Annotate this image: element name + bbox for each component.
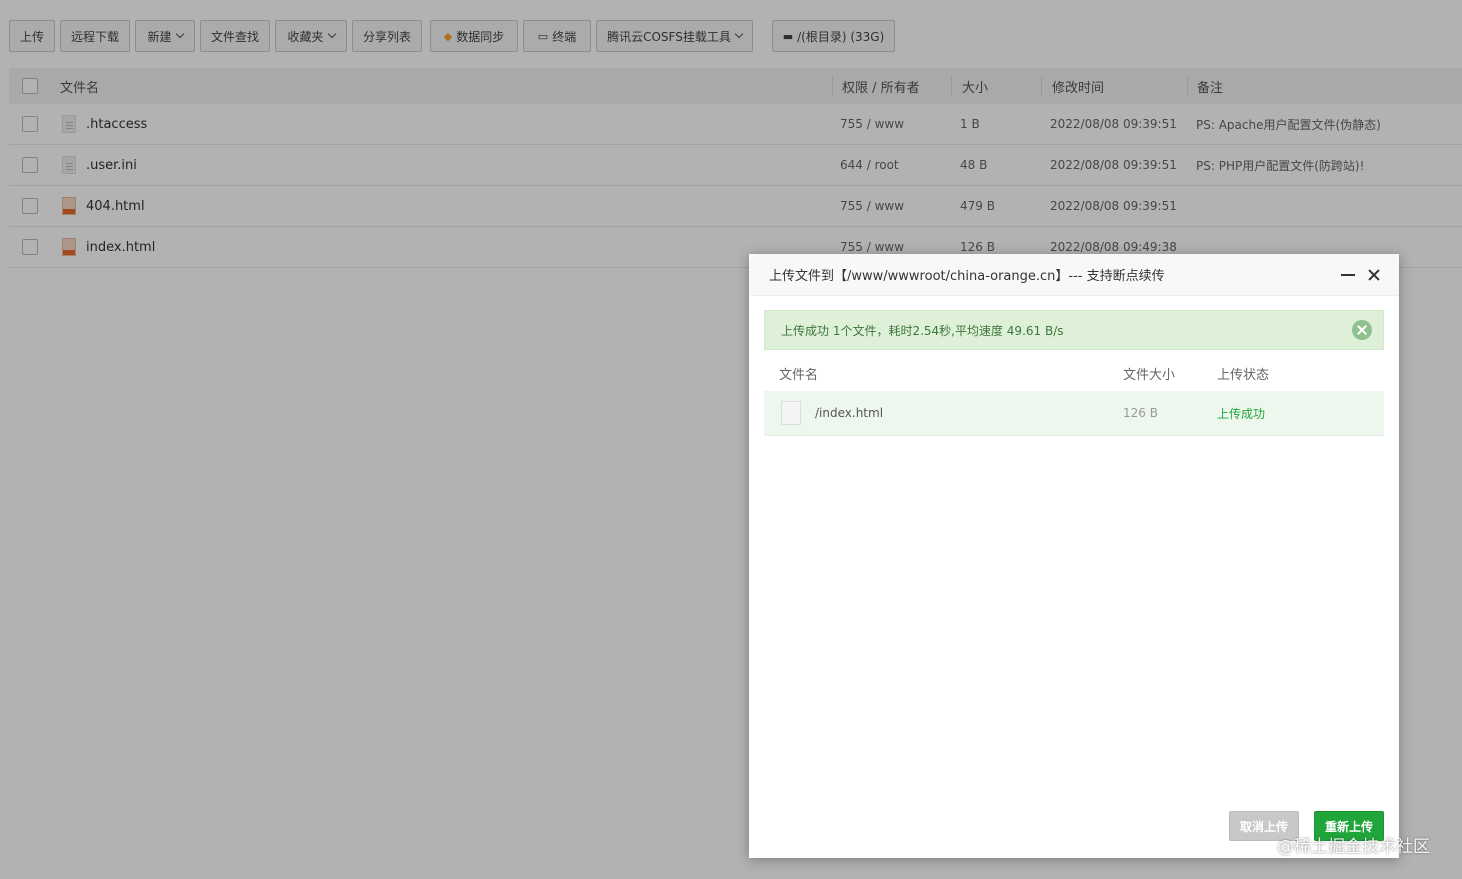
success-alert: 上传成功 1个文件，耗时2.54秒,平均速度 49.61 B/s — [764, 310, 1384, 350]
upload-file-status: 上传成功 — [1217, 406, 1266, 421]
upload-list-item: /index.html 126 B 上传成功 — [764, 391, 1384, 436]
upload-file-size: 126 B — [1123, 406, 1158, 420]
upload-header-name: 文件名 — [779, 367, 819, 383]
watermark: @稀土掘金技术社区 — [1277, 837, 1430, 857]
upload-header-status: 上传状态 — [1217, 367, 1270, 383]
dialog-titlebar: 上传文件到【/www/wwwroot/china-orange.cn】--- 支… — [749, 254, 1399, 296]
upload-list-header: 文件名 文件大小 上传状态 — [764, 355, 1384, 392]
file-icon — [781, 401, 801, 425]
dialog-title: 上传文件到【/www/wwwroot/china-orange.cn】--- 支… — [769, 269, 1165, 284]
upload-dialog: 上传文件到【/www/wwwroot/china-orange.cn】--- 支… — [749, 254, 1399, 858]
upload-header-size: 文件大小 — [1123, 367, 1176, 383]
upload-file-name: /index.html — [815, 406, 884, 420]
close-icon[interactable] — [1365, 266, 1383, 284]
success-alert-message: 上传成功 1个文件，耗时2.54秒,平均速度 49.61 B/s — [781, 323, 1064, 338]
alert-close-icon[interactable] — [1352, 320, 1372, 340]
minimize-icon[interactable] — [1341, 274, 1355, 276]
